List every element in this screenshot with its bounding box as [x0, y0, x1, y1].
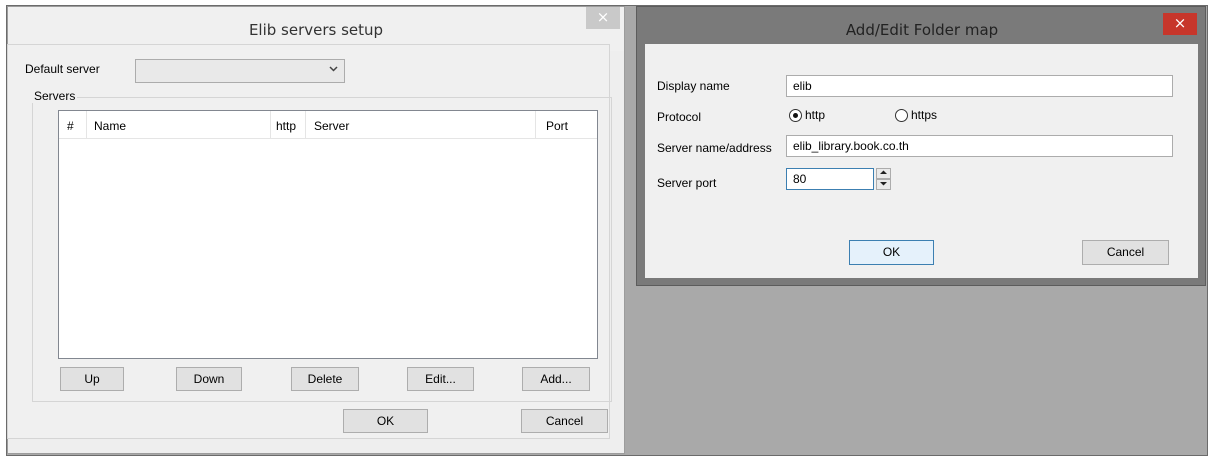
column-header-name[interactable]: Name [94, 119, 126, 133]
servers-group-label: Servers [32, 89, 78, 103]
server-port-input[interactable]: 80 [786, 168, 874, 190]
arrow-up-icon[interactable] [876, 168, 891, 179]
column-header-number[interactable]: # [67, 119, 74, 133]
protocol-label: Protocol [657, 110, 702, 124]
delete-button[interactable]: Delete [291, 367, 359, 391]
edit-button[interactable]: Edit... [407, 367, 474, 391]
display-name-label: Display name [657, 79, 730, 93]
servers-table[interactable]: # Name http Server Port [58, 110, 598, 359]
protocol-radio-http[interactable]: http [789, 108, 849, 124]
default-server-select[interactable] [135, 59, 345, 83]
column-divider[interactable] [305, 111, 306, 138]
dialog-title: Add/Edit Folder map [845, 21, 999, 39]
table-header: # Name http Server Port [59, 111, 597, 139]
title-bar[interactable]: Add/Edit Folder map [637, 7, 1205, 45]
close-button[interactable]: × [1163, 13, 1197, 35]
radio-selected-dot [793, 113, 798, 118]
protocol-radio-https[interactable]: https [895, 108, 955, 124]
column-header-http[interactable]: http [276, 119, 296, 133]
radio-label: https [911, 108, 938, 122]
server-port-label: Server port [657, 176, 717, 190]
radio-button[interactable] [895, 109, 908, 122]
down-button[interactable]: Down [176, 367, 242, 391]
ok-button[interactable]: OK [343, 409, 428, 433]
radio-label: http [805, 108, 826, 122]
radio-button[interactable] [789, 109, 802, 122]
cancel-button[interactable]: Cancel [1082, 240, 1169, 265]
column-divider[interactable] [86, 111, 87, 138]
column-divider[interactable] [535, 111, 536, 138]
arrow-down-icon[interactable] [876, 179, 891, 190]
ok-button[interactable]: OK [849, 240, 934, 265]
server-address-input[interactable]: elib_library.book.co.th [786, 135, 1173, 157]
chevron-down-icon [329, 64, 338, 75]
cancel-button[interactable]: Cancel [521, 409, 608, 433]
column-divider[interactable] [270, 111, 271, 138]
add-button[interactable]: Add... [522, 367, 590, 391]
default-server-label: Default server [25, 62, 100, 76]
window-title: Elib servers setup [248, 21, 384, 39]
column-header-server[interactable]: Server [314, 119, 349, 133]
up-button[interactable]: Up [60, 367, 124, 391]
column-header-port[interactable]: Port [546, 119, 568, 133]
close-button[interactable]: × [586, 7, 620, 29]
close-icon: × [1173, 14, 1187, 32]
server-address-label: Server name/address [657, 141, 772, 155]
close-icon: × [596, 8, 610, 26]
display-name-input[interactable]: elib [786, 75, 1173, 97]
